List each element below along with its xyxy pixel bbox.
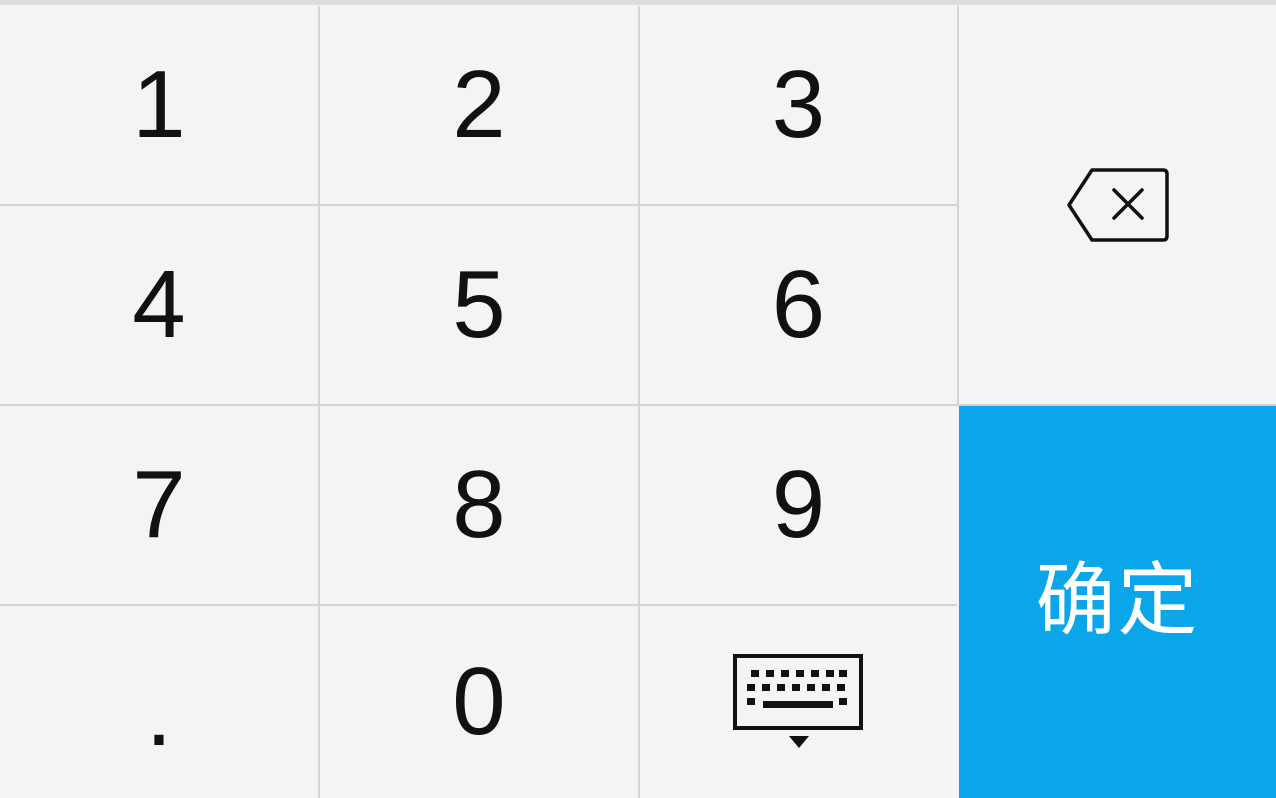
numeric-keypad: 1 2 3 4 5 6 7 8 9 . 0 确定 [0,0,1276,798]
key-8-label: 8 [452,451,506,558]
divider-vertical-1 [318,6,320,798]
key-3[interactable]: 3 [640,6,957,204]
key-1-label: 1 [132,51,186,158]
confirm-button-label: 确定 [1035,556,1200,645]
key-0[interactable]: 0 [320,606,638,798]
confirm-button[interactable]: 确定 [959,404,1276,798]
hide-keyboard-button[interactable] [640,606,957,798]
key-7[interactable]: 7 [0,406,318,604]
key-6-label: 6 [771,251,826,358]
key-4-label: 4 [132,251,186,358]
key-9[interactable]: 9 [640,406,957,604]
key-4[interactable]: 4 [0,206,318,404]
key-6[interactable]: 6 [640,206,957,404]
backspace-button[interactable] [959,6,1276,404]
hide-keyboard-icon [732,654,863,748]
divider-horizontal-3 [0,604,957,606]
key-2[interactable]: 2 [320,6,638,204]
divider-horizontal-1 [0,204,957,206]
key-9-label: 9 [771,451,826,558]
key-decimal-point-label: . [145,659,173,766]
divider-vertical-2 [638,6,640,798]
backspace-icon [1066,168,1169,242]
divider-vertical-3 [957,6,959,406]
key-5-label: 5 [452,251,506,358]
key-8[interactable]: 8 [320,406,638,604]
keypad-top-border [0,0,1276,5]
key-5[interactable]: 5 [320,206,638,404]
key-1[interactable]: 1 [0,6,318,204]
key-7-label: 7 [132,451,186,558]
key-2-label: 2 [452,51,506,158]
key-0-label: 0 [452,648,506,755]
key-decimal-point[interactable]: . [0,606,318,798]
divider-horizontal-2 [0,404,1276,406]
key-3-label: 3 [771,51,826,158]
